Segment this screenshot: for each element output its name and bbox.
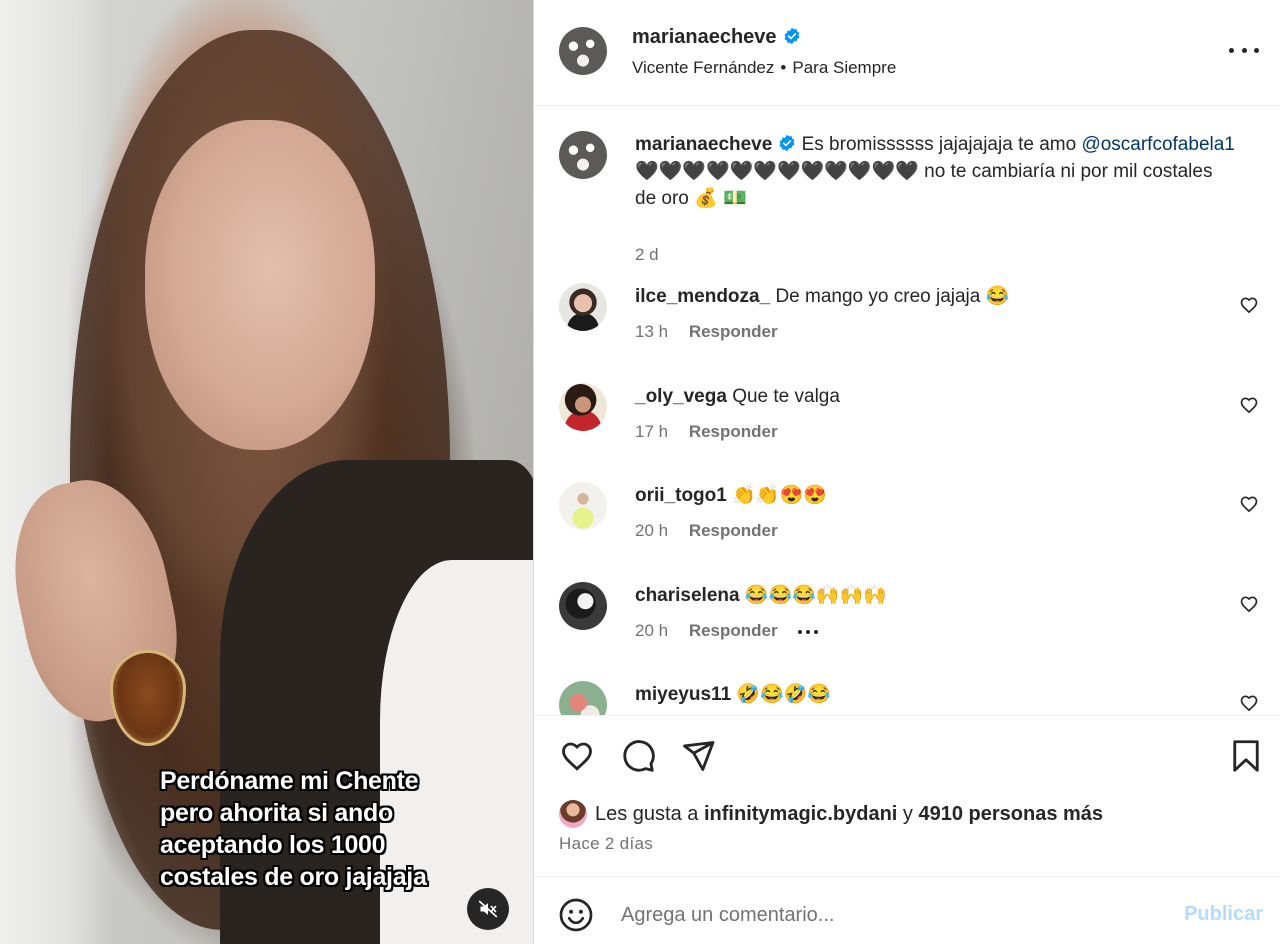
avatar[interactable] [559, 681, 607, 715]
reply-button[interactable]: Responder [689, 521, 778, 540]
comment-item: miyeyus11 🤣😂🤣😂 [559, 681, 1259, 715]
comment-meta: 20 h Responder [635, 621, 834, 641]
likes-user[interactable]: infinitymagic.bydani [704, 803, 897, 826]
heart-icon[interactable] [1239, 594, 1259, 614]
heart-icon[interactable] [1239, 693, 1259, 713]
caption-username[interactable]: marianaecheve [635, 134, 772, 155]
comment-item: _oly_vega Que te valga 17 h Responder [559, 383, 1259, 453]
comment-time[interactable]: 17 h [635, 422, 668, 441]
comment-username[interactable]: miyeyus11 [635, 684, 731, 705]
likes-conj: y [902, 802, 913, 825]
comment-body: _oly_vega Que te valga [635, 383, 1235, 410]
comment-username[interactable]: _oly_vega [635, 386, 727, 407]
like-heart-icon[interactable] [559, 738, 595, 774]
separator: • [780, 58, 787, 77]
heart-icon[interactable] [1239, 295, 1259, 315]
caption-time[interactable]: 2 d [635, 245, 659, 264]
comment-username[interactable]: chariselena [635, 585, 740, 606]
comment-text: 👏👏😍😍 [732, 485, 827, 506]
comments-list[interactable]: marianaecheve Es bromissssss jajajajaja … [534, 107, 1280, 715]
comment-text: De mango yo creo jajaja 😂 [775, 286, 1010, 307]
avatar[interactable] [559, 582, 607, 630]
share-send-icon[interactable] [680, 738, 716, 774]
comment-body: orii_togo1 👏👏😍😍 [635, 482, 1235, 509]
post-caption: marianaecheve Es bromissssss jajajajaja … [559, 131, 1259, 264]
avatar[interactable] [559, 800, 587, 828]
speaker-muted-icon [478, 900, 498, 918]
caption-text: marianaecheve Es bromissssss jajajajaja … [635, 131, 1235, 212]
avatar[interactable] [559, 283, 607, 331]
heart-icon[interactable] [1239, 494, 1259, 514]
avatar[interactable] [559, 27, 607, 75]
caption-meta: 2 d [635, 245, 675, 265]
comment-bubble-icon[interactable] [620, 738, 656, 774]
caption-text-1: Es bromissssss jajajajaja te amo [801, 134, 1077, 155]
likes-others[interactable]: 4910 personas más [918, 803, 1103, 826]
reply-button[interactable]: Responder [689, 322, 778, 341]
avatar[interactable] [559, 131, 607, 179]
likes-prefix: Les gusta a [595, 802, 699, 825]
verified-badge-icon [784, 27, 799, 45]
post-header: marianaecheve Vicente Fernández • Para Sie… [534, 0, 1280, 106]
avatar[interactable] [559, 383, 607, 431]
username-text[interactable]: marianaecheve [632, 26, 777, 48]
post-actions: Les gusta a infinitymagic.bydani y 4910 … [534, 715, 1280, 876]
comment-options-icon[interactable] [798, 629, 819, 634]
verified-badge-icon [779, 134, 795, 152]
audio-track[interactable]: Vicente Fernández • Para Siempre [632, 58, 896, 78]
post-video[interactable]: Perdóname mi Chente pero ahorita si ando… [0, 0, 533, 944]
more-options-icon[interactable] [1229, 38, 1259, 62]
comment-time[interactable]: 13 h [635, 322, 668, 341]
mention-link[interactable]: @oscarfcofabela1 [1081, 134, 1234, 155]
avatar[interactable] [559, 482, 607, 530]
mute-button[interactable] [467, 888, 509, 930]
song-artist[interactable]: Vicente Fernández [632, 58, 774, 77]
comment-body: ilce_mendoza_ De mango yo creo jajaja 😂 [635, 283, 1235, 310]
song-title[interactable]: Para Siempre [792, 58, 896, 77]
video-caption-text: Perdóname mi Chente pero ahorita si ando… [160, 767, 427, 891]
heart-icon[interactable] [1239, 395, 1259, 415]
add-comment-bar: Publicar [534, 876, 1280, 944]
comment-body: miyeyus11 🤣😂🤣😂 [635, 681, 1235, 708]
reply-button[interactable]: Responder [689, 621, 778, 640]
publish-button[interactable]: Publicar [1184, 903, 1263, 926]
comment-username[interactable]: orii_togo1 [635, 485, 727, 506]
face [145, 120, 375, 450]
comment-meta: 20 h Responder [635, 521, 794, 541]
comment-time[interactable]: 20 h [635, 621, 668, 640]
comment-body: chariselena 😂😂😂🙌🙌🙌 [635, 582, 1235, 609]
post-side-panel: marianaecheve Vicente Fernández • Para Sie… [533, 0, 1280, 944]
comment-item: ilce_mendoza_ De mango yo creo jajaja 😂 … [559, 283, 1259, 353]
comment-text: 🤣😂🤣😂 [736, 684, 832, 705]
comment-time[interactable]: 20 h [635, 521, 668, 540]
comment-input[interactable] [619, 894, 1143, 936]
comment-text: 😂😂😂🙌🙌🙌 [744, 585, 887, 606]
comment-username[interactable]: ilce_mendoza_ [635, 286, 770, 307]
comment-text: Que te valga [732, 386, 840, 407]
likes-summary[interactable]: Les gusta a infinitymagic.bydani y 4910 … [559, 800, 1103, 828]
comment-meta: 13 h Responder [635, 322, 794, 342]
comment-item: chariselena 😂😂😂🙌🙌🙌 20 h Responder [559, 582, 1259, 652]
reply-button[interactable]: Responder [689, 422, 778, 441]
author-username[interactable]: marianaecheve [632, 26, 801, 49]
post-timestamp[interactable]: Hace 2 días [559, 834, 653, 854]
bookmark-icon[interactable] [1228, 738, 1264, 774]
comment-item: orii_togo1 👏👏😍😍 20 h Responder [559, 482, 1259, 552]
caption-hearts: 🖤🖤🖤🖤🖤🖤🖤🖤🖤🖤🖤🖤 [635, 161, 919, 182]
comment-meta: 17 h Responder [635, 422, 794, 442]
emoji-icon[interactable] [558, 897, 594, 933]
